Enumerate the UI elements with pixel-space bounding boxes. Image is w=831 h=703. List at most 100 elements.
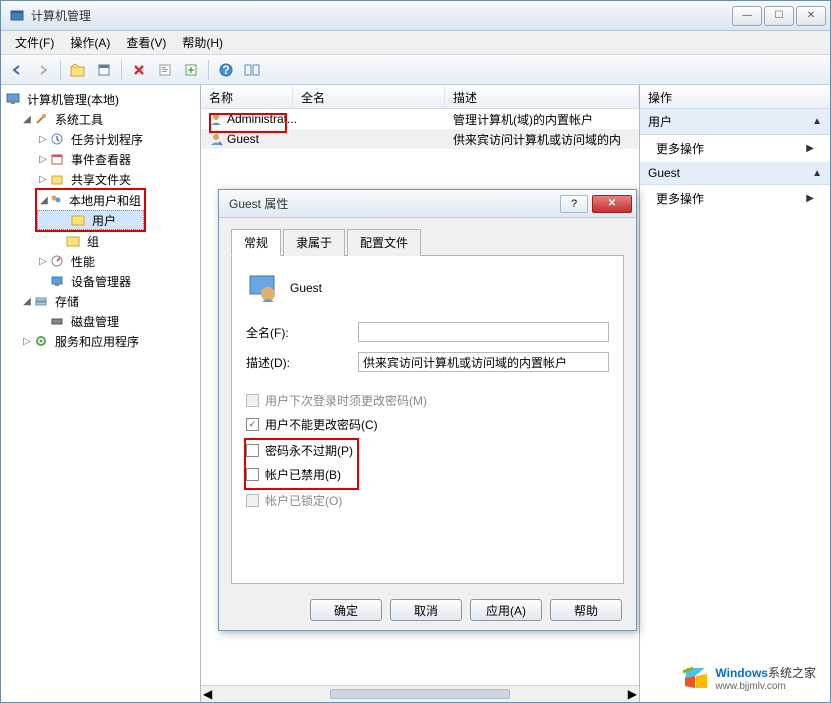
app-icon [9, 8, 25, 24]
windows-logo-icon [681, 664, 709, 692]
menu-file[interactable]: 文件(F) [7, 30, 62, 55]
tile-button[interactable] [240, 58, 264, 82]
folder-share-icon [49, 171, 65, 187]
chevron-up-icon: ▲ [812, 116, 822, 127]
expand-icon[interactable]: ▷ [37, 134, 49, 145]
collapse-icon[interactable]: ◢ [21, 296, 33, 307]
help-button[interactable]: ? [214, 58, 238, 82]
disk-icon [49, 313, 65, 329]
ok-button[interactable]: 确定 [310, 599, 382, 621]
tree-local-users-groups[interactable]: ◢ 本地用户和组 [37, 190, 144, 210]
scroll-thumb[interactable] [330, 689, 510, 699]
collapse-icon[interactable]: ◢ [39, 195, 49, 206]
tree-device-manager[interactable]: 设备管理器 [3, 271, 198, 291]
expand-icon[interactable]: ▷ [37, 174, 49, 185]
expand-icon[interactable]: ▷ [21, 336, 33, 347]
tree-users[interactable]: 用户 [37, 210, 144, 230]
checkbox-disabled[interactable]: 帐户已禁用(B) [246, 464, 353, 484]
horizontal-scrollbar[interactable]: ◀ ▶ [201, 685, 639, 702]
checkbox-icon[interactable] [246, 444, 259, 457]
tree-storage[interactable]: ◢ 存储 [3, 291, 198, 311]
menu-action[interactable]: 操作(A) [62, 30, 118, 55]
fullname-label: 全名(F): [246, 324, 358, 341]
back-button[interactable] [5, 58, 29, 82]
dialog-buttons: 确定 取消 应用(A) 帮助 [219, 590, 636, 630]
action-more-1[interactable]: 更多操作 ▶ [640, 135, 830, 162]
chevron-right-icon: ▶ [806, 193, 814, 204]
delete-button[interactable] [127, 58, 151, 82]
maximize-button[interactable]: ☐ [764, 6, 794, 26]
description-label: 描述(D): [246, 354, 358, 371]
checkbox-icon[interactable] [246, 468, 259, 481]
dialog-body: 常规 隶属于 配置文件 Guest 全名(F): 描述(D): [219, 218, 636, 590]
forward-button[interactable] [31, 58, 55, 82]
user-icon [209, 112, 223, 126]
titlebar: 计算机管理 — ☐ ✕ [1, 1, 830, 31]
dialog-help-button[interactable]: ? [560, 195, 588, 213]
checkbox-icon [246, 394, 259, 407]
properties-dialog: Guest 属性 ? ✕ 常规 隶属于 配置文件 Guest 全名(F): [218, 189, 637, 631]
collapse-icon[interactable]: ◢ [21, 114, 33, 125]
tree-event-viewer[interactable]: ▷ 事件查看器 [3, 149, 198, 169]
export-button[interactable] [179, 58, 203, 82]
minimize-button[interactable]: — [732, 6, 762, 26]
folder-icon [70, 212, 86, 228]
services-icon [33, 333, 49, 349]
list-row-administrator[interactable]: Administrat... 管理计算机(域)的内置帐户 [201, 109, 639, 129]
refresh-button[interactable] [153, 58, 177, 82]
action-more-2[interactable]: 更多操作 ▶ [640, 185, 830, 212]
fullname-input[interactable] [358, 322, 609, 342]
action-section-users[interactable]: 用户 ▲ [640, 109, 830, 135]
col-name[interactable]: 名称 [201, 85, 293, 108]
dialog-titlebar: Guest 属性 ? ✕ [219, 190, 636, 218]
list-row-guest[interactable]: Guest 供来宾访问计算机或访问域的内 [201, 129, 639, 149]
col-fullname[interactable]: 全名 [293, 85, 445, 108]
actions-header: 操作 [640, 85, 830, 109]
separator [208, 60, 209, 80]
checkbox-checked-icon[interactable] [246, 418, 259, 431]
close-window-button[interactable]: ✕ [796, 6, 826, 26]
clock-icon [49, 131, 65, 147]
menu-help[interactable]: 帮助(H) [174, 30, 231, 55]
main-window: 计算机管理 — ☐ ✕ 文件(F) 操作(A) 查看(V) 帮助(H) ? [0, 0, 831, 703]
cancel-button[interactable]: 取消 [390, 599, 462, 621]
menu-view[interactable]: 查看(V) [118, 30, 174, 55]
tree-performance[interactable]: ▷ 性能 [3, 251, 198, 271]
action-section-guest[interactable]: Guest ▲ [640, 162, 830, 185]
tab-profile[interactable]: 配置文件 [347, 229, 421, 256]
users-group-icon [49, 192, 63, 208]
svg-text:?: ? [222, 63, 229, 77]
properties-button[interactable] [92, 58, 116, 82]
list-header: 名称 全名 描述 [201, 85, 639, 109]
expand-icon[interactable]: ▷ [37, 154, 49, 165]
col-desc[interactable]: 描述 [445, 85, 639, 108]
description-input[interactable] [358, 352, 609, 372]
tools-icon [33, 111, 49, 127]
checkbox-never-expires[interactable]: 密码永不过期(P) [246, 440, 353, 460]
tree-shared-folders[interactable]: ▷ 共享文件夹 [3, 169, 198, 189]
separator [121, 60, 122, 80]
tree-root[interactable]: 计算机管理(本地) [3, 89, 198, 109]
help-dialog-button[interactable]: 帮助 [550, 599, 622, 621]
window-title: 计算机管理 [31, 7, 732, 24]
expand-icon[interactable]: ▷ [37, 256, 49, 267]
tree-task-scheduler[interactable]: ▷ 任务计划程序 [3, 129, 198, 149]
actions-panel: 操作 用户 ▲ 更多操作 ▶ Guest ▲ 更多操作 ▶ [640, 85, 830, 702]
dialog-close-button[interactable]: ✕ [592, 195, 632, 213]
storage-icon [33, 293, 49, 309]
up-button[interactable] [66, 58, 90, 82]
device-icon [49, 273, 65, 289]
checkbox-locked: 帐户已锁定(O) [246, 490, 609, 510]
checkbox-cannot-change[interactable]: 用户不能更改密码(C) [246, 414, 609, 434]
chevron-right-icon: ▶ [806, 143, 814, 154]
tree-disk-management[interactable]: 磁盘管理 [3, 311, 198, 331]
apply-button[interactable]: 应用(A) [470, 599, 542, 621]
checkbox-icon [246, 494, 259, 507]
tab-general[interactable]: 常规 [231, 229, 281, 256]
tree-groups[interactable]: 组 [3, 231, 198, 251]
guest-user-icon [209, 132, 223, 146]
user-large-icon [246, 272, 278, 304]
tree-services-apps[interactable]: ▷ 服务和应用程序 [3, 331, 198, 351]
tree-systools[interactable]: ◢ 系统工具 [3, 109, 198, 129]
tab-memberof[interactable]: 隶属于 [283, 229, 345, 256]
